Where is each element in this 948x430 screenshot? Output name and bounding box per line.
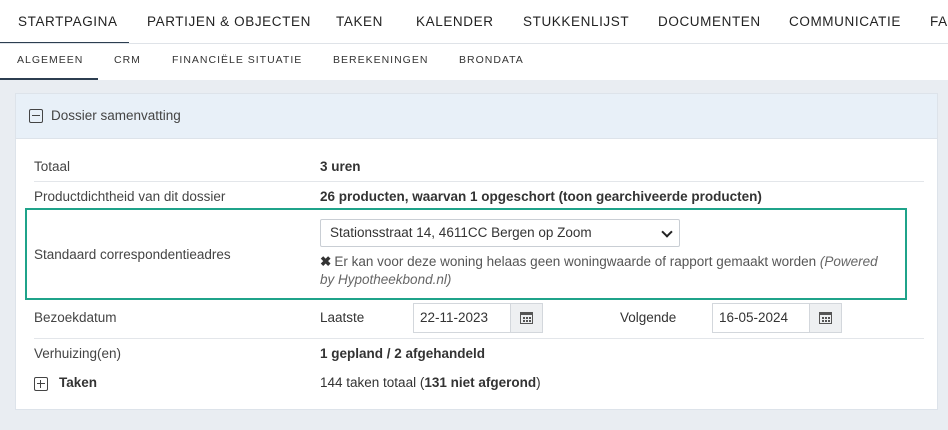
taken-value: 144 taken totaal (131 niet afgerond) <box>320 375 541 390</box>
subtab-brondata[interactable]: BRONDATA <box>459 44 524 80</box>
volgende-date-input[interactable]: 16-05-2024 <box>712 303 842 333</box>
totaal-value: 3 uren <box>320 159 361 174</box>
taken-total: 144 taken totaal ( <box>320 375 425 390</box>
correspondentie-label: Standaard correspondentieadres <box>34 247 231 262</box>
laatste-calendar-button[interactable] <box>510 304 542 332</box>
calendar-icon <box>520 312 533 324</box>
panel-title: Dossier samenvatting <box>51 108 181 123</box>
panel-header[interactable]: Dossier samenvatting <box>16 94 937 139</box>
laatste-date-value: 22-11-2023 <box>420 310 489 325</box>
chevron-down-icon <box>661 226 673 238</box>
totaal-label: Totaal <box>34 159 71 174</box>
tab-kalender[interactable]: KALENDER <box>416 0 494 43</box>
bezoekdatum-label: Bezoekdatum <box>34 310 117 325</box>
volgende-date-value: 16-05-2024 <box>719 310 789 325</box>
tab-stukkenlijst[interactable]: STUKKENLIJST <box>523 0 629 43</box>
row-divider <box>34 181 924 182</box>
laatste-label: Laatste <box>320 310 365 325</box>
tab-documenten[interactable]: DOCUMENTEN <box>658 0 761 43</box>
dossier-summary-panel: Dossier samenvatting Totaal 3 uren Produ… <box>15 93 938 410</box>
taken-suffix: ) <box>536 375 541 390</box>
row-divider <box>34 338 924 339</box>
volgende-label: Volgende <box>620 310 677 325</box>
collapse-icon[interactable] <box>29 109 43 123</box>
verhuizing-label: Verhuizing(en) <box>34 346 122 361</box>
close-icon: ✖ <box>320 254 332 269</box>
subtab-algemeen[interactable]: ALGEMEEN <box>0 44 98 80</box>
tab-startpagina[interactable]: STARTPAGINA <box>0 0 129 43</box>
laatste-date-input[interactable]: 22-11-2023 <box>413 303 543 333</box>
sub-navigation: ALGEMEEN CRM FINANCIËLE SITUATIE BEREKEN… <box>0 44 948 80</box>
subtab-financiele-situatie[interactable]: FINANCIËLE SITUATIE <box>172 44 302 80</box>
expand-icon[interactable] <box>34 377 48 391</box>
warning-text: Er kan voor deze woning helaas geen woni… <box>334 254 817 269</box>
address-select[interactable]: Stationsstraat 14, 4611CC Bergen op Zoom <box>320 219 680 247</box>
calendar-icon <box>819 312 832 324</box>
taken-label[interactable]: Taken <box>59 375 97 390</box>
address-select-value: Stationsstraat 14, 4611CC Bergen op Zoom <box>330 225 592 240</box>
tab-communicatie[interactable]: COMMUNICATIE <box>789 0 901 43</box>
volgende-calendar-button[interactable] <box>809 304 841 332</box>
productdichtheid-value[interactable]: 26 producten, waarvan 1 opgeschort (toon… <box>320 189 762 204</box>
tab-partijen-objecten[interactable]: PARTIJEN & OBJECTEN <box>147 0 311 43</box>
verhuizing-value: 1 gepland / 2 afgehandeld <box>320 346 486 361</box>
taken-open: 131 niet afgerond <box>424 375 537 390</box>
productdichtheid-label: Productdichtheid van dit dossier <box>34 189 226 204</box>
tab-taken[interactable]: TAKEN <box>336 0 383 43</box>
valuation-warning: ✖ Er kan voor deze woning helaas geen won… <box>320 253 895 289</box>
subtab-crm[interactable]: CRM <box>114 44 141 80</box>
tab-fas[interactable]: FAS <box>930 0 948 43</box>
top-navigation: STARTPAGINA PARTIJEN & OBJECTEN TAKEN KA… <box>0 0 948 44</box>
subtab-berekeningen[interactable]: BEREKENINGEN <box>333 44 428 80</box>
